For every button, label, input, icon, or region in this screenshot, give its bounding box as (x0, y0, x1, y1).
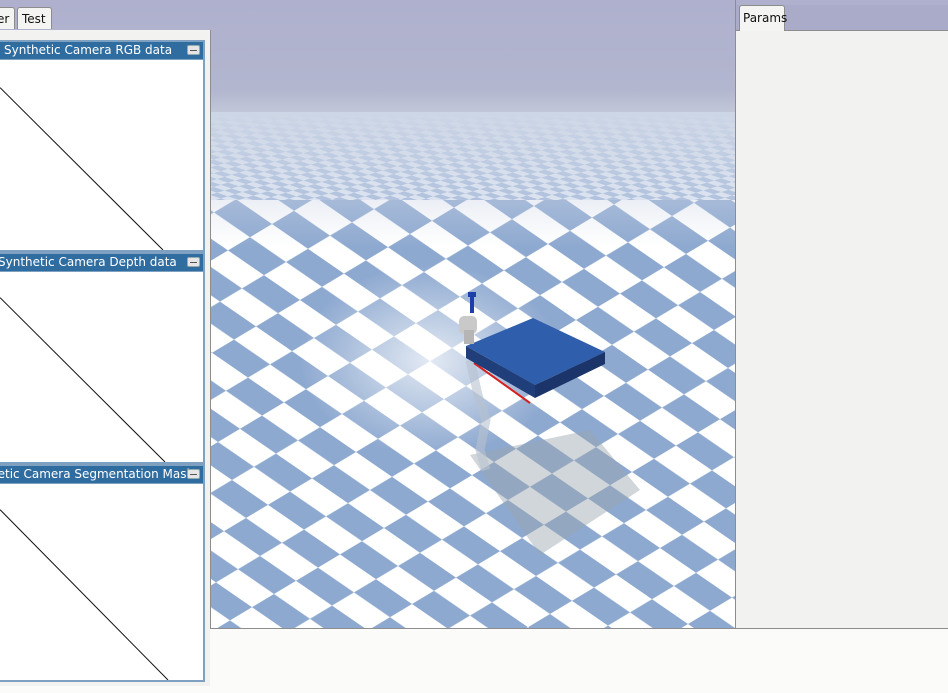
tab-test[interactable]: Test (17, 7, 52, 29)
window-titlebar[interactable]: Synthetic Camera RGB data (0, 42, 203, 59)
bottom-panel (210, 628, 948, 693)
rgb-image-canvas (0, 59, 203, 250)
params-panel: Params (735, 0, 948, 628)
minimize-button[interactable] (187, 257, 200, 267)
depth-image-canvas (0, 271, 203, 462)
tab-params[interactable]: Params (739, 5, 788, 31)
tab-label: Test (22, 12, 46, 26)
segmentation-camera-window[interactable]: Synthetic Camera Segmentation Mask (0, 464, 205, 682)
minimize-button[interactable] (187, 45, 200, 55)
window-title: Synthetic Camera Segmentation Mask (0, 467, 194, 481)
tab-explorer[interactable]: er (0, 7, 15, 29)
left-panel: Synthetic Camera RGB data Synthetic Came… (0, 30, 211, 686)
rgb-camera-window[interactable]: Synthetic Camera RGB data (0, 40, 205, 252)
tab-label: Params (743, 11, 788, 25)
depth-camera-window[interactable]: Synthetic Camera Depth data (0, 252, 205, 464)
window-title: Synthetic Camera Depth data (0, 255, 177, 269)
minimize-button[interactable] (187, 469, 200, 479)
window-titlebar[interactable]: Synthetic Camera Segmentation Mask (0, 466, 203, 483)
window-titlebar[interactable]: Synthetic Camera Depth data (0, 254, 203, 271)
window-title: Synthetic Camera RGB data (4, 43, 173, 57)
tab-label: er (0, 12, 10, 26)
segmentation-image-canvas (0, 483, 203, 680)
